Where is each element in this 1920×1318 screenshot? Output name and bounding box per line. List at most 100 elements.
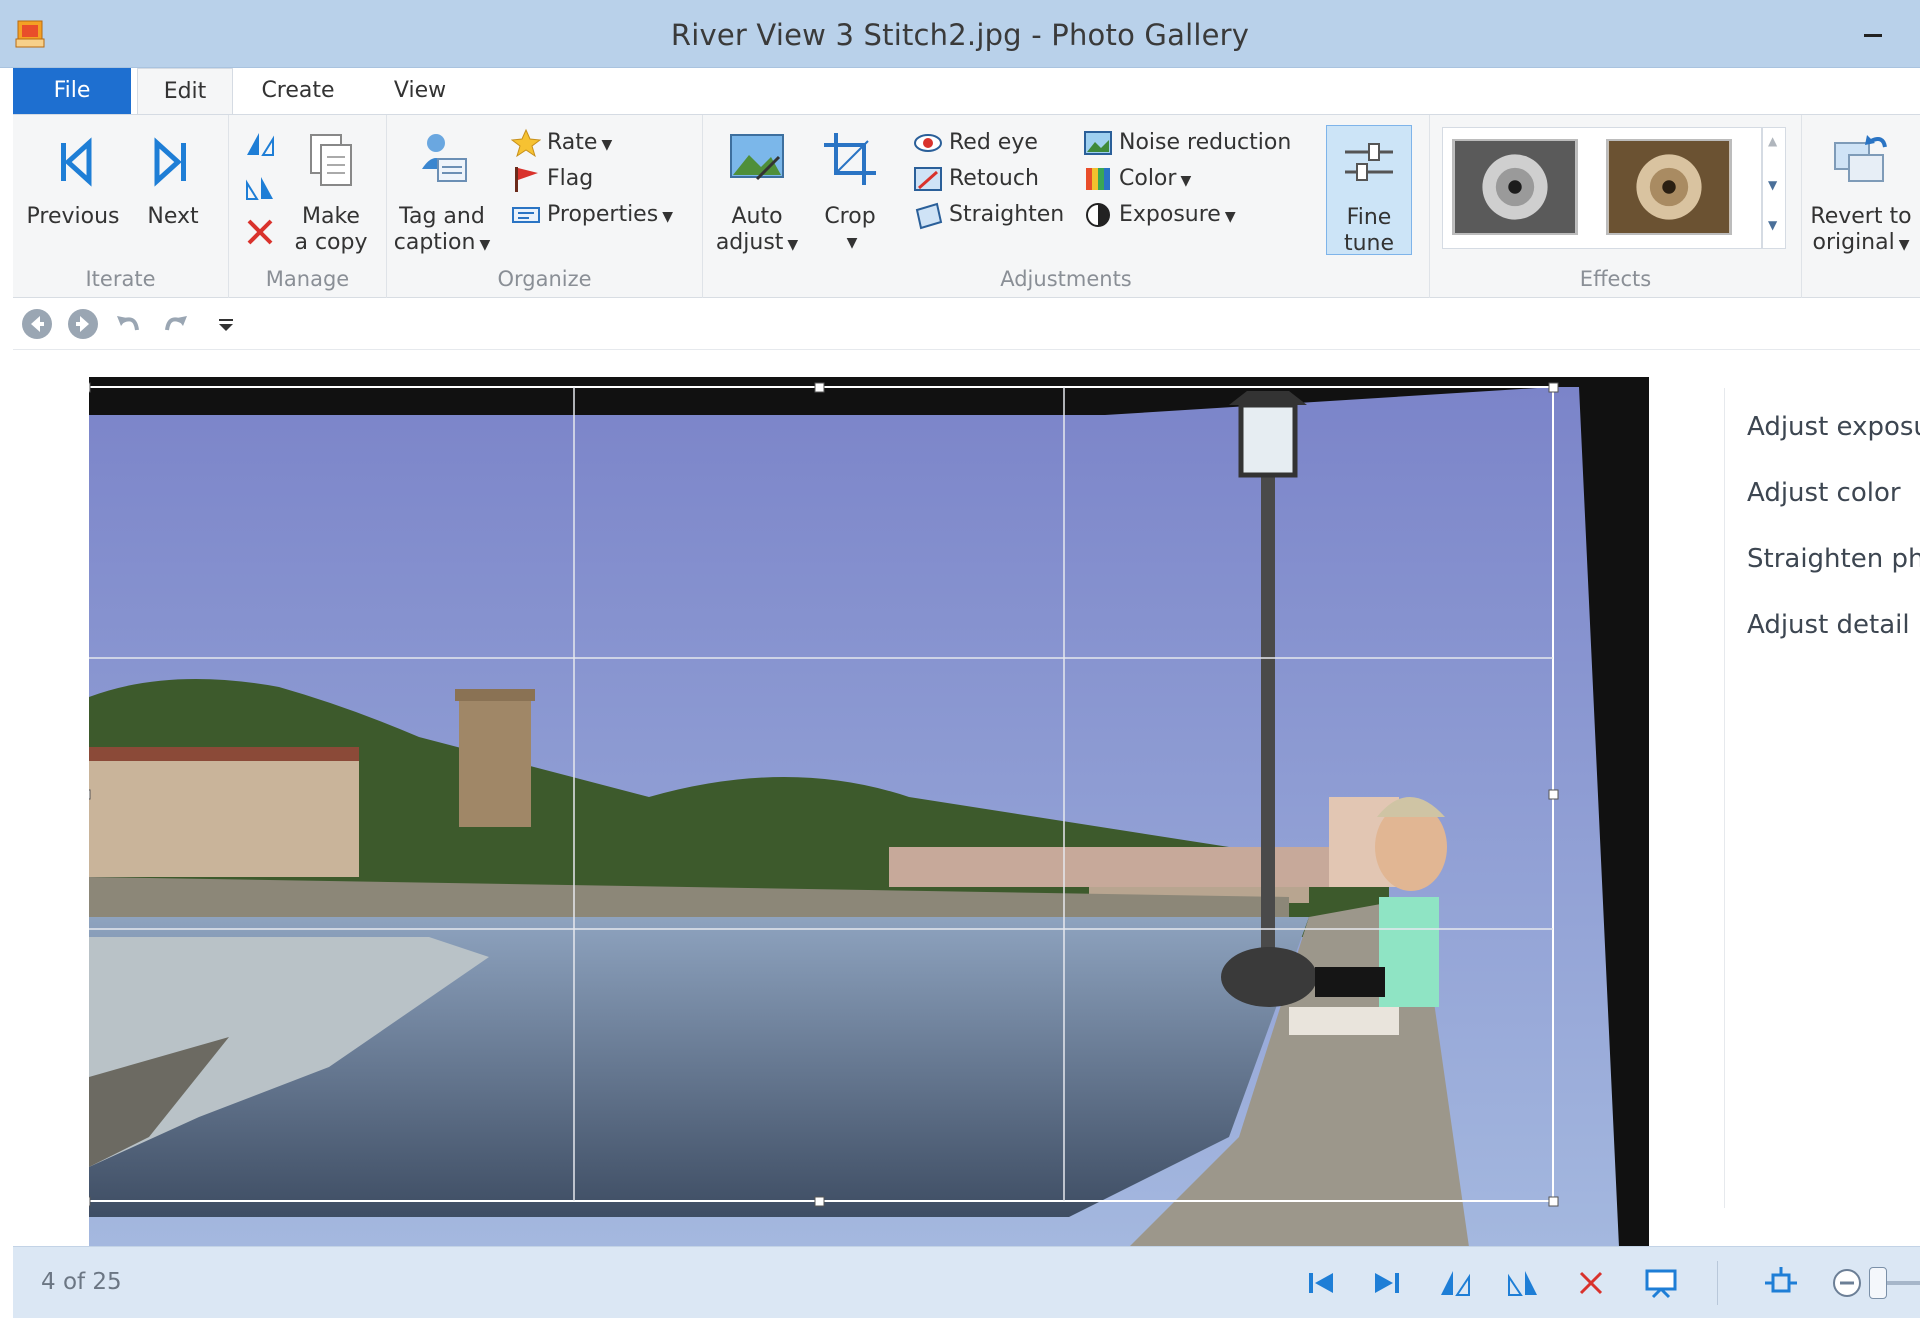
auto-adjust-button[interactable]: Auto adjust ▼ (709, 129, 805, 258)
rotate-left-status-icon[interactable] (1437, 1265, 1473, 1301)
first-photo-icon[interactable] (1303, 1265, 1339, 1301)
properties-dropdown-arrow-icon: ▼ (662, 209, 673, 225)
flag-icon (515, 167, 538, 192)
stone-tower (459, 697, 531, 827)
adjustments-group: Auto adjust ▼ Crop ▼ Red eye Retouch Stra… (703, 115, 1430, 299)
crop-handle[interactable] (814, 382, 825, 393)
crop-handle[interactable] (1548, 382, 1559, 393)
previous-label: Previous (26, 204, 120, 229)
rate-label: Rate (547, 130, 598, 155)
properties-icon (512, 207, 540, 223)
previous-icon (61, 137, 92, 187)
rotate-left-icon[interactable] (243, 129, 277, 159)
adjust-color-item[interactable]: Adjust color (1747, 478, 1901, 508)
tag-and-caption-icon (422, 134, 467, 182)
rate-dropdown-arrow-icon: ▼ (601, 137, 613, 153)
redo-icon[interactable] (159, 308, 191, 340)
title-bar: River View 3 Stitch2.jpg - Photo Gallery (0, 0, 1920, 68)
slideshow-icon[interactable] (1643, 1265, 1679, 1301)
delete-icon[interactable] (243, 217, 277, 247)
tab-create[interactable]: Create (248, 68, 348, 114)
effects-scroll-down-icon[interactable]: ▼ (1768, 178, 1777, 192)
red-eye-button[interactable]: Red eye (913, 125, 1038, 161)
undo-icon[interactable] (113, 308, 145, 340)
organize-group-label: Organize (497, 267, 592, 291)
zoom-out-icon[interactable] (1829, 1265, 1865, 1301)
retouch-button[interactable]: Retouch (913, 161, 1039, 197)
next-photo-icon[interactable] (1369, 1265, 1405, 1301)
rate-button[interactable]: Rate ▼ (511, 125, 612, 161)
customize-toolbar-icon[interactable] (215, 314, 237, 336)
straighten-button[interactable]: Straighten (913, 197, 1064, 233)
fine-tune-label-line1: Fine (1346, 205, 1392, 230)
previous-button[interactable]: Previous (23, 129, 123, 230)
delete-status-icon[interactable] (1573, 1265, 1609, 1301)
revert-dropdown-arrow-icon: ▼ (1898, 237, 1910, 253)
tag-dropdown-arrow-icon: ▼ (479, 237, 491, 253)
quick-access-toolbar (13, 298, 1920, 350)
status-bar: 4 of 25 (13, 1246, 1920, 1318)
forward-icon[interactable] (67, 308, 99, 340)
color-button[interactable]: Color ▼ (1083, 161, 1191, 197)
window-title: River View 3 Stitch2.jpg - Photo Gallery (670, 18, 1250, 52)
effects-group-label: Effects (1579, 267, 1652, 291)
status-separator (1717, 1261, 1718, 1305)
photo-canvas[interactable] (89, 377, 1649, 1247)
next-button[interactable]: Next (133, 129, 213, 230)
tab-view[interactable]: View (370, 68, 470, 114)
ribbon: Previous Next Iterate Make a copy Manage… (13, 114, 1920, 299)
tab-edit[interactable]: Edit (137, 68, 233, 114)
effects-scroll-up-icon[interactable]: ▲ (1768, 134, 1777, 148)
crop-handle[interactable] (1548, 1196, 1559, 1207)
fine-tune-icon (1345, 143, 1393, 181)
zoom-slider-thumb[interactable] (1869, 1267, 1887, 1299)
flag-button[interactable]: Flag (511, 161, 593, 197)
adjust-exposure-item[interactable]: Adjust exposu (1747, 412, 1920, 442)
rotate-right-status-icon[interactable] (1505, 1265, 1541, 1301)
fine-tune-button[interactable]: Fine tune (1326, 125, 1412, 256)
properties-button[interactable]: Properties ▼ (511, 197, 673, 233)
next-label: Next (147, 204, 199, 229)
tab-file[interactable]: File (13, 68, 131, 114)
crop-handle[interactable] (89, 1196, 91, 1207)
make-copy-label-line1: Make (302, 204, 360, 229)
tag-and-caption-label-line1: Tag and (399, 204, 485, 229)
auto-adjust-icon (730, 134, 784, 181)
revert-to-original-button[interactable]: Revert to original ▼ (1804, 129, 1918, 258)
color-dropdown-arrow-icon: ▼ (1180, 173, 1192, 189)
crop-handle[interactable] (89, 382, 91, 393)
revert-group: Revert to original ▼ (1802, 115, 1920, 299)
noise-reduction-label: Noise reduction (1119, 130, 1292, 155)
adjustments-group-label: Adjustments (1000, 267, 1132, 291)
adjust-detail-item[interactable]: Adjust detail (1747, 610, 1910, 640)
noise-reduction-icon (1084, 131, 1112, 155)
riverside-buildings (89, 757, 359, 877)
make-copy-button[interactable]: Make a copy (281, 129, 381, 256)
noise-reduction-button[interactable]: Noise reduction (1083, 125, 1291, 161)
black-and-white-effect-thumbnail[interactable] (1452, 139, 1578, 235)
exposure-button[interactable]: Exposure ▼ (1083, 197, 1236, 233)
rotate-right-icon[interactable] (243, 173, 277, 203)
straighten-photo-item[interactable]: Straighten pho (1747, 544, 1920, 574)
back-icon[interactable] (21, 308, 53, 340)
straighten-label: Straighten (949, 202, 1065, 227)
fit-to-window-icon[interactable] (1763, 1265, 1799, 1301)
flag-label: Flag (547, 166, 594, 191)
photo-position-counter: 4 of 25 (41, 1269, 122, 1295)
make-copy-label-line2: a copy (294, 230, 368, 255)
tag-and-caption-button[interactable]: Tag and caption ▼ (389, 129, 495, 258)
exposure-icon (1086, 203, 1110, 227)
crop-handle[interactable] (814, 1196, 825, 1207)
effects-more-icon[interactable]: ▼ (1768, 218, 1777, 232)
sepia-effect-thumbnail[interactable] (1606, 139, 1732, 235)
exposure-label: Exposure (1119, 202, 1221, 227)
crop-handle[interactable] (89, 789, 91, 800)
crop-handle[interactable] (1548, 789, 1559, 800)
auto-adjust-label-line1: Auto (731, 204, 783, 229)
minimize-button[interactable] (1858, 18, 1888, 48)
crop-button[interactable]: Crop ▼ (811, 129, 889, 256)
street-lamp (1261, 477, 1275, 977)
effects-group: ▲ ▼ ▼ Effects (1430, 115, 1802, 299)
properties-label: Properties (547, 202, 659, 227)
effects-scrollbar[interactable]: ▲ ▼ ▼ (1762, 127, 1786, 249)
